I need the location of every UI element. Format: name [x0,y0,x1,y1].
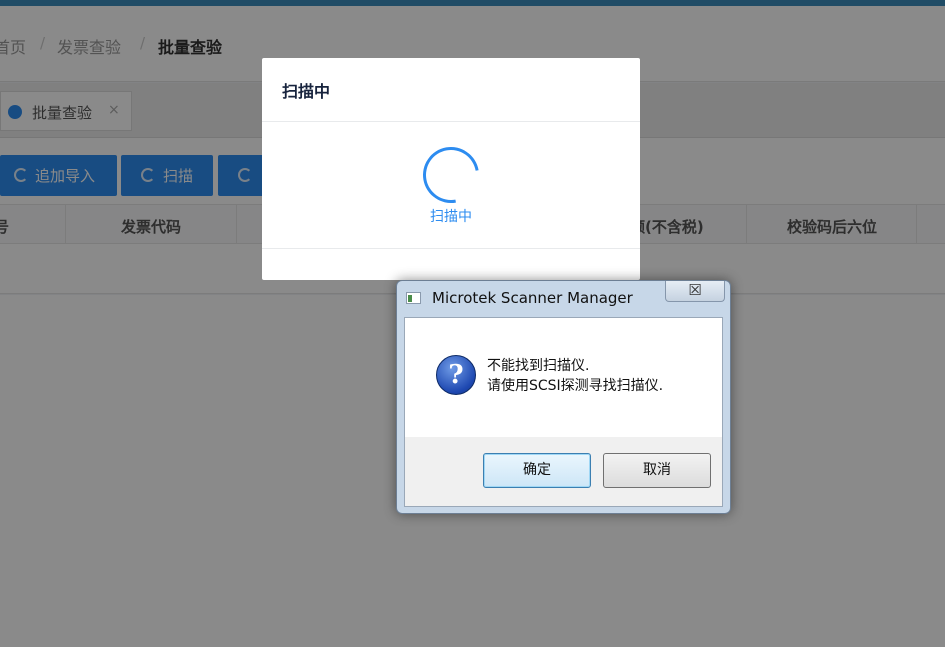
scanning-status-text: 扫描中 [430,209,472,225]
dialog-message-line-1: 不能找到扫描仪. [487,358,590,374]
dialog-button-area: 确定 取消 [405,437,722,506]
scanning-modal: 扫描中 扫描中 [262,58,640,280]
dialog-message: 不能找到扫描仪. 请使用SCSI探测寻找扫描仪. [487,356,663,396]
ok-button[interactable]: 确定 [483,453,591,488]
close-icon[interactable]: ☒ [665,281,725,302]
question-icon: ? [436,355,476,395]
app-window-icon [406,292,421,304]
cancel-button[interactable]: 取消 [603,453,711,488]
scanner-error-dialog: Microtek Scanner Manager ☒ ? 不能找到扫描仪. 请使… [396,280,731,514]
dialog-title-bar[interactable]: Microtek Scanner Manager ☒ [397,281,730,315]
dialog-message-line-2: 请使用SCSI探测寻找扫描仪. [487,378,664,394]
scanning-modal-title: 扫描中 [282,82,331,101]
dialog-title: Microtek Scanner Manager [432,289,633,307]
spinner-icon [412,136,490,214]
scanning-modal-header: 扫描中 [262,58,640,122]
dialog-body: ? 不能找到扫描仪. 请使用SCSI探测寻找扫描仪. 确定 取消 [404,317,723,507]
scanning-modal-footer-divider [262,248,640,249]
